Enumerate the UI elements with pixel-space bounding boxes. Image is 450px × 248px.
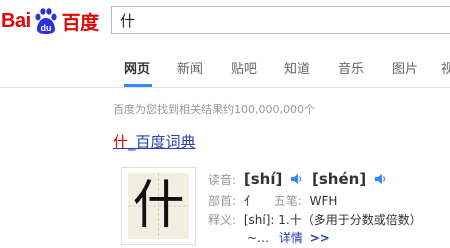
tab-tieba[interactable]: 贴吧 — [231, 58, 257, 77]
radical-value: 亻 — [243, 194, 256, 208]
search-input[interactable] — [120, 10, 440, 30]
tab-video[interactable]: 视 — [441, 58, 450, 77]
baidu-logo[interactable]: Bai du 百度 — [1, 6, 99, 36]
meaning-text: [shí]: 1.十（多用于分数或倍数） — [243, 213, 422, 227]
logo-text-baidu-cn: 百度 — [61, 11, 100, 34]
active-tab-indicator — [124, 84, 152, 87]
result-count: 百度为您找到相关结果约100,000,000个 — [113, 103, 315, 116]
tab-zhidao[interactable]: 知道 — [284, 58, 310, 77]
speaker-icon[interactable] — [290, 173, 302, 185]
pinyin-shi: [shí] — [243, 170, 283, 188]
meaning-continued: ~… — [247, 231, 270, 245]
wubi-label: 五笔: — [273, 194, 302, 208]
radical-row: 部首: 亻 五笔: WFH — [208, 192, 337, 209]
logo-text-du: du — [40, 23, 51, 33]
character-glyph: 什 — [132, 176, 185, 236]
radical-label: 部首: — [208, 194, 237, 208]
reading-row: 读音: [shí] [shén] — [208, 170, 386, 188]
meaning-row: 释义: [shí]: 1.十（多用于分数或倍数） — [208, 211, 422, 228]
more-details-link[interactable]: 详情 — [279, 231, 303, 245]
pinyin-shen: [shén] — [312, 170, 367, 188]
reading-label: 读音: — [208, 173, 237, 187]
tab-web[interactable]: 网页 — [124, 58, 150, 77]
meaning-continued-row: ~… 详情 >> — [247, 229, 330, 246]
search-box[interactable] — [111, 6, 450, 34]
paw-icon: du — [33, 7, 59, 35]
dictionary-card-title[interactable]: 什_百度词典 — [113, 131, 196, 152]
meaning-label: 释义: — [208, 213, 237, 227]
speaker-icon[interactable] — [374, 173, 386, 185]
header: Bai du 百度 — [0, 0, 450, 42]
title-rest: _百度词典 — [128, 133, 196, 151]
character-image[interactable]: 什 — [121, 167, 196, 245]
logo-text-bai: Bai — [1, 9, 31, 32]
tab-news[interactable]: 新闻 — [177, 58, 203, 77]
wubi-value: WFH — [309, 194, 338, 208]
tab-music[interactable]: 音乐 — [338, 58, 364, 77]
title-highlight: 什 — [113, 133, 129, 151]
tab-images[interactable]: 图片 — [392, 58, 418, 77]
more-arrow[interactable]: >> — [310, 231, 330, 245]
search-tabs: 网页 新闻 贴吧 知道 音乐 图片 视 — [0, 42, 450, 88]
